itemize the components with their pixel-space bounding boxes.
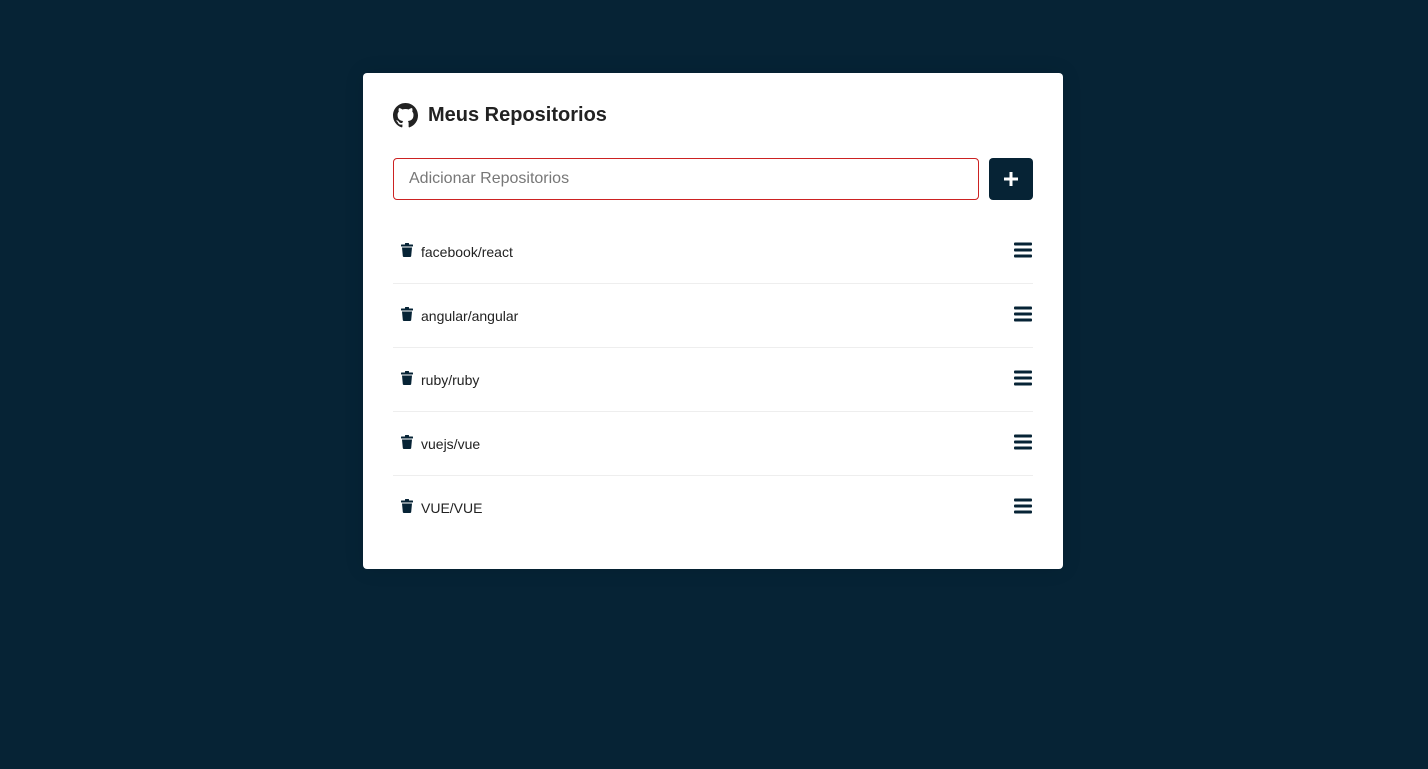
title-row: Meus Repositorios bbox=[393, 102, 1033, 128]
add-repository-form bbox=[393, 158, 1033, 200]
list-item: vuejs/vue bbox=[393, 412, 1033, 476]
list-item: angular/angular bbox=[393, 284, 1033, 348]
trash-icon[interactable] bbox=[401, 499, 413, 513]
bars-icon[interactable] bbox=[1014, 242, 1032, 258]
repository-list: facebook/react angular/angular ruby/ruby… bbox=[393, 220, 1033, 540]
add-button[interactable] bbox=[989, 158, 1033, 200]
trash-icon[interactable] bbox=[401, 370, 413, 385]
trash-icon[interactable] bbox=[401, 306, 413, 321]
github-icon bbox=[393, 102, 418, 128]
trash-icon[interactable] bbox=[401, 434, 413, 449]
repository-name: facebook/react bbox=[421, 243, 513, 260]
repository-name: VUE/VUE bbox=[421, 500, 483, 516]
repository-name: angular/angular bbox=[421, 307, 519, 324]
repositories-card: Meus Repositorios facebook/react bbox=[363, 73, 1063, 569]
bars-icon[interactable] bbox=[1014, 306, 1032, 322]
trash-icon[interactable] bbox=[401, 242, 413, 257]
bars-icon[interactable] bbox=[1014, 498, 1032, 514]
repository-name: ruby/ruby bbox=[421, 371, 480, 388]
list-item: facebook/react bbox=[393, 220, 1033, 284]
plus-icon bbox=[1004, 172, 1018, 186]
list-item: ruby/ruby bbox=[393, 348, 1033, 412]
bars-icon[interactable] bbox=[1014, 434, 1032, 450]
bars-icon[interactable] bbox=[1014, 370, 1032, 386]
page-title: Meus Repositorios bbox=[428, 103, 607, 126]
list-item: VUE/VUE bbox=[393, 476, 1033, 540]
repository-name: vuejs/vue bbox=[421, 435, 481, 452]
repository-input[interactable] bbox=[393, 158, 979, 200]
